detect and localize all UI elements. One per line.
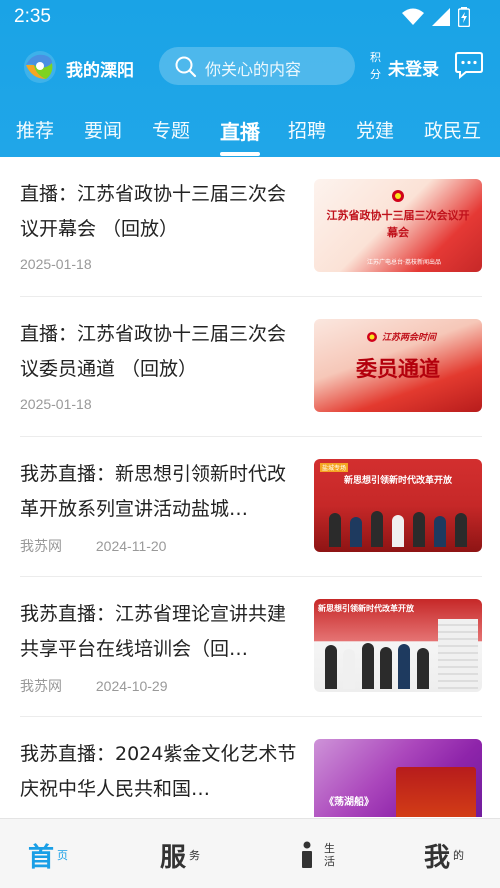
nav-home[interactable]: 首 页: [28, 837, 69, 873]
thumb-side-panel: [438, 619, 478, 689]
active-tab-indicator: [220, 152, 260, 156]
news-item[interactable]: 我苏直播：新思想引领新时代改革开放系列宣讲活动盐城… 我苏网 2024-11-2…: [0, 437, 500, 577]
search-placeholder: 你关心的内容: [205, 60, 302, 79]
tab-party[interactable]: 党建: [356, 116, 394, 143]
news-title: 直播：江苏省政协十三届三次会议开幕会 （回放）: [20, 183, 287, 240]
status-bar: 2:35: [0, 0, 500, 34]
news-thumbnail: 江苏两会时间 委员通道: [314, 319, 482, 412]
nav-life-sub: 生活: [324, 842, 335, 868]
thumb-people: [322, 637, 432, 689]
tab-recommend[interactable]: 推荐: [16, 116, 54, 143]
app-name: 我的溧阳: [66, 61, 134, 81]
news-thumbnail: 《荡湖船》: [314, 739, 482, 817]
emblem-icon: [392, 190, 404, 202]
thumb-people: [324, 507, 472, 547]
nav-mine-sub: 的: [453, 848, 465, 862]
thumb-caption: 江苏两会时间: [382, 333, 437, 343]
tab-headlines[interactable]: 要闻: [84, 116, 122, 143]
wifi-icon: [402, 8, 424, 25]
news-thumbnail: 江苏省政协十三届三次会议开幕会 江苏广电总台·荔枝新闻出品: [314, 179, 482, 272]
signal-icon: [432, 8, 450, 26]
news-title: 我苏直播：江苏省理论宣讲共建共享平台在线培训会（回…: [20, 603, 287, 660]
news-thumbnail: 盐城专场 新思想引领新时代改革开放: [314, 459, 482, 552]
news-source: 我苏网: [20, 538, 62, 554]
news-item[interactable]: 直播：江苏省政协十三届三次会议委员通道 （回放） 2025-01-18 江苏两会…: [0, 297, 500, 437]
news-item[interactable]: 我苏直播：2024紫金文化艺术节 庆祝中华人民共和国… 《荡湖船》: [0, 717, 500, 817]
app-header: 2:35 我的溧阳 你关心的内容 积分 未登录 推荐 要闻 专题 直播 招聘 党…: [0, 0, 500, 157]
nav-home-label: 首: [28, 842, 55, 873]
thumb-headline: 《荡湖船》: [324, 797, 374, 808]
status-time: 2:35: [14, 6, 51, 27]
news-date: 2024-11-20: [95, 538, 167, 554]
news-meta: 2025-01-18: [20, 256, 92, 272]
nav-mine-label: 我: [424, 842, 451, 873]
info-icon: [302, 841, 312, 868]
app-logo-icon: [24, 51, 56, 83]
search-input[interactable]: 你关心的内容: [159, 47, 355, 85]
message-icon[interactable]: [454, 50, 484, 80]
battery-icon: [458, 7, 470, 27]
news-date: 2024-10-29: [95, 678, 168, 694]
tab-jobs[interactable]: 招聘: [288, 116, 326, 143]
thumb-headline: 委员通道: [356, 356, 440, 381]
news-date: 2025-01-18: [20, 256, 92, 272]
category-tabs: 推荐 要闻 专题 直播 招聘 党建 政民互: [0, 112, 500, 157]
news-date: 2025-01-18: [20, 396, 92, 412]
news-thumbnail: 新思想引领新时代改革开放: [314, 599, 482, 692]
news-title: 直播：江苏省政协十三届三次会议委员通道 （回放）: [20, 323, 287, 380]
news-meta: 2025-01-18: [20, 396, 92, 412]
tab-government[interactable]: 政民互: [424, 116, 481, 143]
nav-mine[interactable]: 我 的: [424, 837, 465, 873]
nav-home-sub: 页: [57, 848, 69, 862]
bottom-nav: 首 页 服 务 生活 我 的: [0, 818, 500, 888]
app-toolbar: 我的溧阳 你关心的内容 积分 未登录: [0, 45, 500, 89]
tab-topics[interactable]: 专题: [152, 116, 190, 143]
news-title: 我苏直播：2024紫金文化艺术节 庆祝中华人民共和国…: [20, 743, 297, 800]
points-label[interactable]: 积分: [370, 49, 382, 83]
news-list: 直播：江苏省政协十三届三次会议开幕会 （回放） 2025-01-18 江苏省政协…: [0, 157, 500, 817]
news-source: 我苏网: [20, 678, 62, 694]
emblem-icon: [367, 332, 377, 342]
thumb-caption: 盐城专场: [320, 463, 349, 472]
thumb-stage: [396, 767, 476, 817]
news-item[interactable]: 我苏直播：江苏省理论宣讲共建共享平台在线培训会（回… 我苏网 2024-10-2…: [0, 577, 500, 717]
nav-service[interactable]: 服 务: [160, 837, 201, 873]
status-icons: [402, 7, 470, 27]
thumb-caption: 江苏广电总台·荔枝新闻出品: [367, 259, 441, 266]
news-item[interactable]: 直播：江苏省政协十三届三次会议开幕会 （回放） 2025-01-18 江苏省政协…: [0, 157, 500, 297]
nav-life[interactable]: 生活: [298, 837, 336, 873]
search-icon: [175, 56, 197, 78]
thumb-headline: 新思想引领新时代改革开放: [343, 476, 452, 486]
news-title: 我苏直播：新思想引领新时代改革开放系列宣讲活动盐城…: [20, 463, 287, 520]
news-meta: 我苏网 2024-10-29: [20, 676, 168, 696]
tab-live[interactable]: 直播: [220, 116, 260, 145]
news-meta: 我苏网 2024-11-20: [20, 536, 166, 556]
thumb-headline: 江苏省政协十三届三次会议开幕会: [326, 209, 470, 239]
thumb-headline: 新思想引领新时代改革开放: [318, 604, 414, 613]
nav-service-sub: 务: [189, 848, 201, 862]
nav-service-label: 服: [160, 842, 187, 873]
login-button[interactable]: 未登录: [388, 55, 439, 80]
